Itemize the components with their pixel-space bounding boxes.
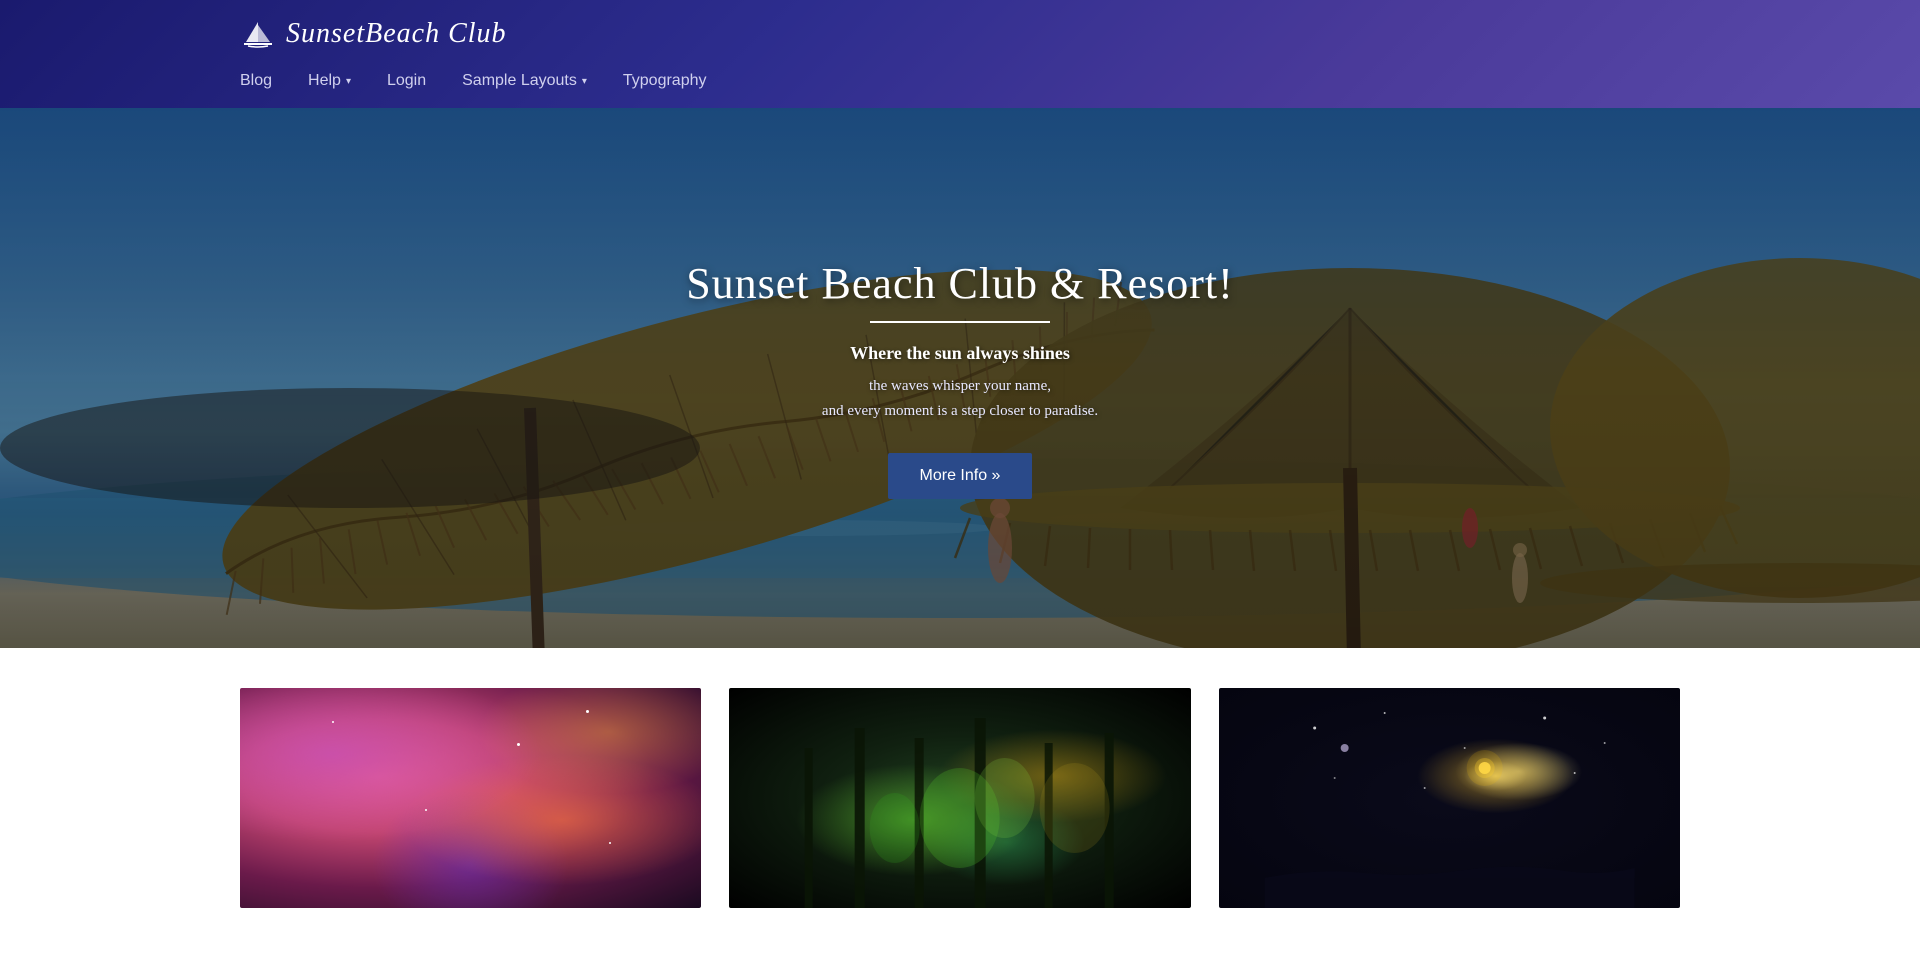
nav-item-typography[interactable]: Typography [623, 72, 707, 90]
header: SunsetBeach Club Blog Help ▾ Login Sampl… [0, 0, 1920, 108]
nav-item-help[interactable]: Help ▾ [308, 72, 351, 90]
card-1-nebula [240, 688, 701, 908]
nav-item-blog[interactable]: Blog [240, 72, 272, 90]
nav-item-sample-layouts[interactable]: Sample Layouts ▾ [462, 72, 587, 90]
more-info-button[interactable]: More Info » [888, 453, 1033, 499]
site-logo[interactable]: SunsetBeach Club [240, 18, 507, 50]
card-3-night-sky [1219, 688, 1680, 908]
card-1[interactable] [240, 688, 701, 908]
card-2-trees [729, 688, 1190, 908]
card-2[interactable] [729, 688, 1190, 908]
main-nav: Blog Help ▾ Login Sample Layouts ▾ Typog… [240, 60, 1680, 108]
sailboat-icon [240, 20, 276, 48]
nav-item-login[interactable]: Login [387, 72, 426, 90]
chevron-down-icon: ▾ [582, 76, 587, 87]
card-3[interactable] [1219, 688, 1680, 908]
star-dot [586, 710, 589, 713]
hero-text: the waves whisper your name, and every m… [686, 374, 1234, 425]
hero-divider [870, 321, 1050, 323]
hero-title: Sunset Beach Club & Resort! [686, 258, 1234, 309]
hero-content: Sunset Beach Club & Resort! Where the su… [666, 258, 1254, 499]
star-dot [425, 809, 427, 811]
logo-text: SunsetBeach Club [286, 18, 507, 50]
hero-subtitle: Where the sun always shines [686, 343, 1234, 364]
star-dot [517, 743, 520, 746]
chevron-down-icon: ▾ [346, 76, 351, 87]
cards-section [0, 648, 1920, 908]
hero-section: Sunset Beach Club & Resort! Where the su… [0, 108, 1920, 648]
logo-bar: SunsetBeach Club [240, 0, 1680, 60]
